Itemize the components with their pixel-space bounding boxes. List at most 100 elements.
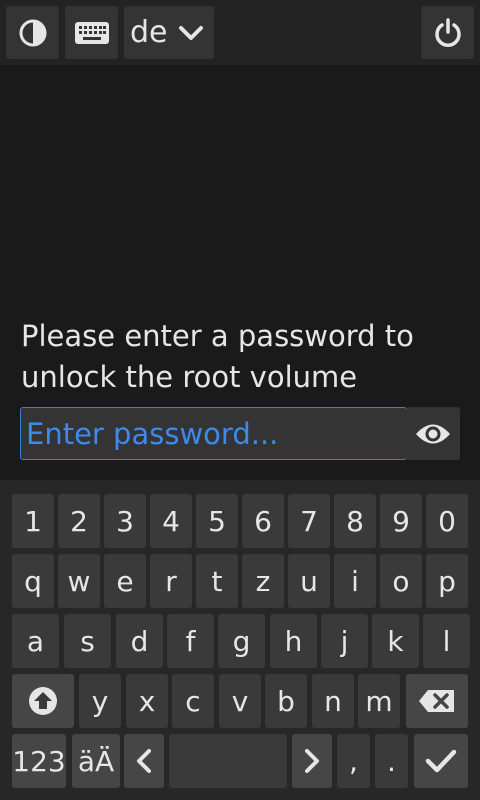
- key-v[interactable]: v: [219, 674, 261, 728]
- key-s[interactable]: s: [64, 614, 111, 668]
- key-label: d: [130, 624, 149, 658]
- key-label: 4: [162, 504, 180, 538]
- layout-select[interactable]: de: [124, 6, 214, 59]
- top-bar: de: [0, 0, 480, 65]
- key-e[interactable]: e: [104, 554, 146, 608]
- key-label: s: [80, 624, 95, 658]
- key-r[interactable]: r: [150, 554, 192, 608]
- key-label: i: [351, 564, 359, 598]
- chevron-left-icon: [137, 749, 151, 773]
- key-o[interactable]: o: [380, 554, 422, 608]
- contrast-icon: [19, 19, 46, 46]
- key-label: m: [365, 684, 393, 718]
- key-f[interactable]: f: [167, 614, 214, 668]
- theme-toggle-button[interactable]: [6, 6, 59, 59]
- key-u[interactable]: u: [288, 554, 330, 608]
- key-label: 5: [208, 504, 226, 538]
- key-9[interactable]: 9: [380, 494, 422, 548]
- key-g[interactable]: g: [218, 614, 265, 668]
- power-button[interactable]: [421, 6, 474, 59]
- key-label: b: [277, 684, 295, 718]
- password-input[interactable]: [20, 407, 407, 460]
- key-label: f: [185, 624, 196, 658]
- key-z[interactable]: z: [242, 554, 284, 608]
- key-label: 8: [346, 504, 364, 538]
- chevron-down-icon: [178, 25, 203, 40]
- key-5[interactable]: 5: [196, 494, 238, 548]
- key-q[interactable]: q: [12, 554, 54, 608]
- key-label: 1: [24, 504, 42, 538]
- key-label: r: [165, 564, 177, 598]
- key-label: v: [231, 684, 249, 718]
- key-x[interactable]: x: [126, 674, 168, 728]
- key-label: ,: [349, 744, 358, 778]
- key-a[interactable]: a: [12, 614, 59, 668]
- numbers-key[interactable]: 123: [12, 734, 66, 788]
- key-3[interactable]: 3: [104, 494, 146, 548]
- key-m[interactable]: m: [358, 674, 400, 728]
- key-label: äÄ: [77, 744, 115, 778]
- key-label: t: [211, 564, 223, 598]
- backspace-icon: [419, 690, 454, 712]
- key-label: 6: [254, 504, 272, 538]
- checkmark-icon: [425, 749, 457, 773]
- key-t[interactable]: t: [196, 554, 238, 608]
- on-screen-keyboard: 1 2 3 4 5 6 7 8 9 0 q w e r t z u i o p a s d f g h j k l y x c v b n m 123 ä…: [0, 480, 480, 800]
- key-label: q: [24, 564, 42, 598]
- backspace-key[interactable]: [406, 674, 468, 728]
- key-d[interactable]: d: [116, 614, 163, 668]
- key-0[interactable]: 0: [426, 494, 468, 548]
- key-label: 7: [300, 504, 318, 538]
- key-c[interactable]: c: [172, 674, 214, 728]
- key-7[interactable]: 7: [288, 494, 330, 548]
- umlaut-key[interactable]: äÄ: [72, 734, 120, 788]
- key-label: x: [138, 684, 156, 718]
- key-label: y: [91, 684, 109, 718]
- right-arrow-key[interactable]: [292, 734, 332, 788]
- key-p[interactable]: p: [426, 554, 468, 608]
- shift-icon: [29, 687, 57, 715]
- eye-icon: [416, 424, 450, 443]
- key-label: j: [340, 624, 349, 658]
- key-j[interactable]: j: [321, 614, 368, 668]
- shift-key[interactable]: [12, 674, 74, 728]
- key-label: g: [232, 624, 251, 658]
- period-key[interactable]: .: [375, 734, 408, 788]
- enter-key[interactable]: [414, 734, 468, 788]
- key-label: h: [284, 624, 303, 658]
- comma-key[interactable]: ,: [337, 734, 370, 788]
- key-label: .: [387, 744, 396, 778]
- key-label: 0: [438, 504, 456, 538]
- key-w[interactable]: w: [58, 554, 100, 608]
- key-8[interactable]: 8: [334, 494, 376, 548]
- key-6[interactable]: 6: [242, 494, 284, 548]
- keyboard-toggle-button[interactable]: [65, 6, 118, 59]
- keyboard-icon: [74, 21, 109, 44]
- key-label: o: [392, 564, 410, 598]
- key-1[interactable]: 1: [12, 494, 54, 548]
- show-password-button[interactable]: [406, 407, 460, 460]
- key-label: u: [300, 564, 318, 598]
- password-prompt: Please enter a password to unlock the ro…: [21, 319, 414, 394]
- space-key[interactable]: [169, 734, 287, 788]
- key-label: c: [185, 684, 201, 718]
- key-h[interactable]: h: [270, 614, 317, 668]
- key-label: n: [324, 684, 342, 718]
- key-k[interactable]: k: [372, 614, 419, 668]
- key-l[interactable]: l: [423, 614, 470, 668]
- key-4[interactable]: 4: [150, 494, 192, 548]
- key-label: w: [67, 564, 91, 598]
- key-label: 123: [12, 744, 66, 778]
- key-label: 9: [392, 504, 410, 538]
- key-n[interactable]: n: [312, 674, 354, 728]
- key-i[interactable]: i: [334, 554, 376, 608]
- key-label: a: [26, 624, 45, 658]
- power-icon: [434, 17, 461, 47]
- key-2[interactable]: 2: [58, 494, 100, 548]
- key-y[interactable]: y: [79, 674, 121, 728]
- key-label: z: [255, 564, 271, 598]
- left-arrow-key[interactable]: [124, 734, 164, 788]
- key-label: p: [438, 564, 456, 598]
- key-b[interactable]: b: [265, 674, 307, 728]
- key-label: 2: [70, 504, 88, 538]
